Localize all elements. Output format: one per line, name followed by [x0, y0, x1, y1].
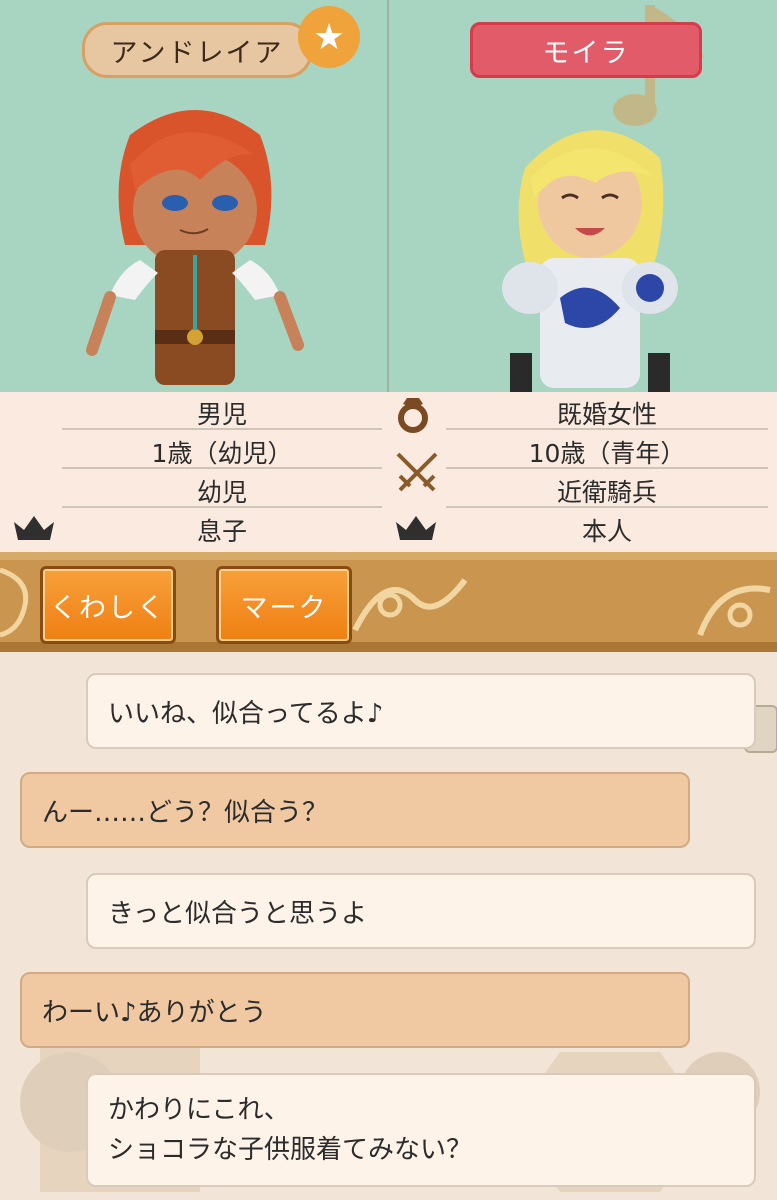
chat-message: いいね、似合ってるよ♪ — [108, 698, 384, 729]
chat-bubble: きっと似合うと思うよ — [86, 873, 756, 949]
bar-top-strip — [0, 552, 777, 560]
chat-message-line1: かわりにこれ、 — [108, 1095, 290, 1125]
left-character-name: アンドレイア — [82, 22, 312, 78]
ring-icon — [398, 398, 428, 433]
row-divider — [446, 506, 768, 508]
crown-icon — [14, 516, 54, 540]
left-job: 幼児 — [196, 478, 247, 507]
mark-button[interactable]: マーク — [216, 566, 352, 644]
details-button[interactable]: くわしく — [40, 566, 176, 644]
right-character-name: モイラ — [470, 22, 702, 78]
right-age: 10歳（青年） — [528, 439, 686, 468]
left-gender: 男児 — [196, 400, 247, 429]
row-divider — [446, 428, 768, 430]
row-divider — [62, 428, 382, 430]
chat-message: わーい♪ありがとう — [42, 997, 267, 1028]
row-divider — [62, 506, 382, 508]
right-relation: 本人 — [581, 517, 632, 546]
row-divider — [446, 467, 768, 469]
chat-message-line2: ショコラな子供服着てみない？ — [108, 1135, 473, 1165]
chat-bubble: んー……どう？似合う？ — [20, 772, 690, 848]
right-gender: 既婚女性 — [556, 400, 657, 429]
left-relation: 息子 — [196, 517, 247, 546]
profile-info-panel: 男児 1歳（幼児） 幼児 息子 既婚女性 10歳（青年） 近衛騎兵 本人 — [0, 392, 777, 552]
left-character-avatar[interactable] — [80, 95, 310, 392]
ornament-right — [697, 585, 771, 637]
chat-message: きっと似合うと思うよ — [108, 898, 367, 929]
chat-bubble: かわりにこれ、 ショコラな子供服着てみない？ — [86, 1073, 756, 1187]
chat-bubble: わーい♪ありがとう — [20, 972, 690, 1048]
left-age: 1歳（幼児） — [151, 439, 293, 468]
ornament-left — [0, 567, 29, 638]
right-job: 近衛騎兵 — [556, 478, 657, 507]
chat-bubble: いいね、似合ってるよ♪ — [86, 673, 756, 749]
star-icon[interactable]: ★ — [298, 6, 360, 68]
crown-icon — [396, 516, 436, 540]
crossed-swords-icon — [396, 452, 438, 492]
ornament-center — [352, 578, 468, 632]
right-character-avatar[interactable] — [500, 108, 680, 392]
chat-message: んー……どう？似合う？ — [42, 797, 329, 828]
row-divider — [62, 467, 382, 469]
